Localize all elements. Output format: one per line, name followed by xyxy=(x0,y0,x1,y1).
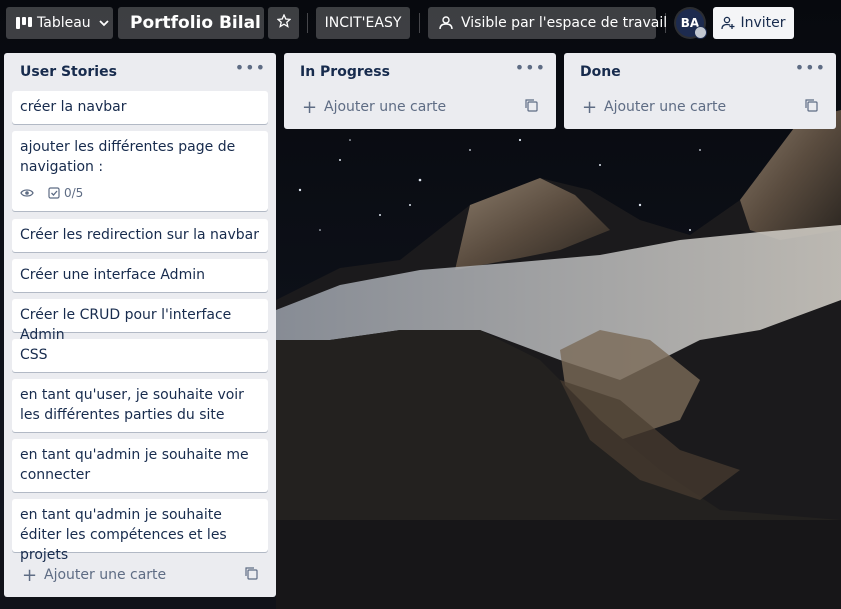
card-title: Créer une interface Admin xyxy=(20,267,205,283)
add-card-button[interactable]: + Ajouter une carte xyxy=(292,93,548,121)
header-divider xyxy=(307,13,308,33)
board-title[interactable]: Portfolio Bilal xyxy=(118,7,264,39)
plus-icon: + xyxy=(582,96,598,118)
chevron-down-icon xyxy=(99,15,109,31)
list-header[interactable]: In Progress ••• xyxy=(284,53,556,90)
card-title: Créer les redirection sur la navbar xyxy=(20,227,260,243)
card-template-icon[interactable] xyxy=(805,99,818,116)
card-badges: 0/5 xyxy=(20,183,260,203)
plus-icon: + xyxy=(22,564,38,586)
card[interactable]: Créer une interface Admin xyxy=(12,259,268,292)
add-person-icon xyxy=(721,16,735,30)
list-user-stories: User Stories ••• créer la navbar ajouter… xyxy=(4,53,276,597)
card[interactable]: Créer le CRUD pour l'interface Admin xyxy=(12,299,268,343)
card[interactable]: en tant qu'admin je souhaite éditer les … xyxy=(12,499,268,563)
board-view-icon xyxy=(16,17,32,29)
add-card-label: Ajouter une carte xyxy=(324,99,447,115)
add-card-label: Ajouter une carte xyxy=(44,567,167,583)
card-title: en tant qu'admin je souhaite éditer les … xyxy=(20,507,227,563)
board-view-label: Tableau xyxy=(37,15,91,31)
card-title: en tant qu'admin je souhaite me connecte… xyxy=(20,447,249,483)
visibility-label: Visible par l'espace de travail xyxy=(461,15,668,31)
board-view-switcher[interactable]: Tableau xyxy=(6,7,113,39)
card[interactable]: en tant qu'user, je souhaite voir les di… xyxy=(12,379,268,432)
card-title: ajouter les différentes page de navigati… xyxy=(20,139,236,175)
card[interactable]: créer la navbar xyxy=(12,91,268,124)
more-icon[interactable]: ••• xyxy=(515,58,546,77)
card-title: créer la navbar xyxy=(20,99,127,115)
add-card-label: Ajouter une carte xyxy=(604,99,727,115)
list-header[interactable]: User Stories ••• xyxy=(4,53,276,90)
card-title: en tant qu'user, je souhaite voir les di… xyxy=(20,387,244,423)
watch-icon xyxy=(20,188,34,198)
add-card-button[interactable]: + Ajouter une carte xyxy=(12,561,268,589)
card-title: CSS xyxy=(20,347,48,363)
list-header[interactable]: Done ••• xyxy=(564,53,836,90)
list-title[interactable]: User Stories xyxy=(20,64,117,80)
star-icon xyxy=(275,13,292,32)
card[interactable]: CSS xyxy=(12,339,268,372)
board-header: Tableau Portfolio Bilal INCIT'EASY Visib… xyxy=(0,0,841,46)
list-in-progress: In Progress ••• + Ajouter une carte xyxy=(284,53,556,129)
more-icon[interactable]: ••• xyxy=(235,58,266,77)
card[interactable]: ajouter les différentes page de navigati… xyxy=(12,131,268,211)
workspace-button[interactable]: INCIT'EASY xyxy=(316,7,410,39)
more-icon[interactable]: ••• xyxy=(795,58,826,77)
invite-button[interactable]: Inviter xyxy=(713,7,794,39)
checklist-count: 0/5 xyxy=(64,186,84,200)
star-button[interactable] xyxy=(268,7,299,39)
card[interactable]: Créer les redirection sur la navbar xyxy=(12,219,268,252)
checklist-icon xyxy=(48,187,60,199)
header-divider xyxy=(419,13,420,33)
card[interactable]: en tant qu'admin je souhaite me connecte… xyxy=(12,439,268,492)
checklist-badge: 0/5 xyxy=(48,183,83,203)
card-template-icon[interactable] xyxy=(245,567,258,584)
card-title: Créer le CRUD pour l'interface Admin xyxy=(20,307,232,343)
card-template-icon[interactable] xyxy=(525,99,538,116)
visibility-button[interactable]: Visible par l'espace de travail xyxy=(428,7,667,39)
list-title[interactable]: Done xyxy=(580,64,621,80)
plus-icon: + xyxy=(302,96,318,118)
invite-label: Inviter xyxy=(740,15,786,31)
avatar[interactable]: BA xyxy=(676,9,707,39)
list-done: Done ••• + Ajouter une carte xyxy=(564,53,836,129)
list-title[interactable]: In Progress xyxy=(300,64,390,80)
admin-badge-icon xyxy=(694,26,707,39)
add-card-button[interactable]: + Ajouter une carte xyxy=(572,93,828,121)
header-divider xyxy=(665,13,666,33)
people-icon xyxy=(438,16,454,30)
